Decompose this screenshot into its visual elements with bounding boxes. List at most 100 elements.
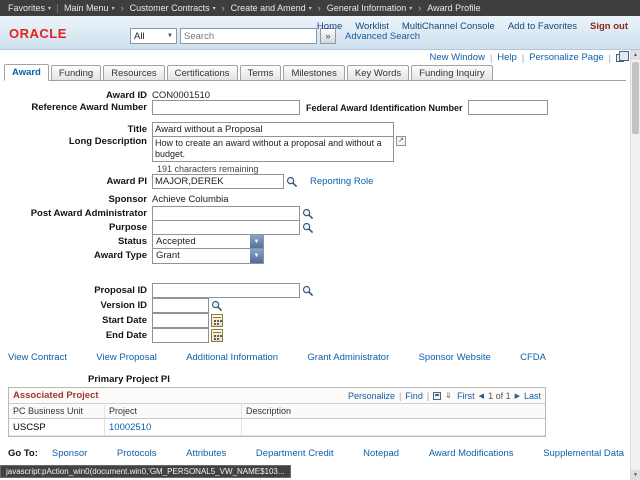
new-window-link[interactable]: New Window (430, 52, 485, 63)
post-award-administrator-label: Post Award Administrator (0, 208, 152, 219)
tab-milestones[interactable]: Milestones (283, 65, 344, 80)
cfda-link[interactable]: CFDA (520, 352, 546, 363)
scrollbar-thumb[interactable] (632, 62, 639, 134)
grid-title: Associated Project (13, 390, 99, 401)
reference-award-number-input[interactable] (152, 100, 300, 115)
tab-terms[interactable]: Terms (240, 65, 282, 80)
copy-url-icon[interactable] (616, 54, 624, 62)
view-contract-link[interactable]: View Contract (8, 352, 67, 363)
help-link[interactable]: Help (497, 52, 517, 63)
view-proposal-link[interactable]: View Proposal (96, 352, 157, 363)
start-date-label: Start Date (0, 315, 152, 326)
breadcrumb-main-menu[interactable]: Main Menu ▾ (64, 3, 115, 13)
status-label: Status (0, 236, 152, 247)
long-description-textarea[interactable]: How to create an award without a proposa… (152, 136, 394, 162)
find-link[interactable]: Find (405, 391, 423, 401)
end-date-row: End Date (0, 328, 223, 343)
vertical-scrollbar[interactable]: ▲ ▼ (630, 50, 640, 480)
breadcrumb-award-profile[interactable]: Award Profile (427, 3, 480, 13)
search-scope-value: All (134, 31, 145, 42)
start-date-row: Start Date (0, 313, 223, 328)
calendar-icon[interactable] (211, 329, 223, 342)
zoom-expand-icon[interactable]: ↗ (396, 136, 406, 146)
title-input[interactable] (152, 122, 394, 137)
grid-popout-icon[interactable] (433, 392, 441, 400)
column-header-project[interactable]: Project (105, 404, 242, 418)
breadcrumb-separator-icon: › (121, 3, 124, 13)
tab-funding[interactable]: Funding (51, 65, 101, 80)
grant-administrator-link[interactable]: Grant Administrator (307, 352, 389, 363)
previous-row-icon[interactable]: ◀ (479, 392, 484, 400)
breadcrumb-general-information[interactable]: General Information ▾ (327, 3, 413, 13)
federal-award-number-input[interactable] (468, 100, 548, 115)
scroll-up-icon[interactable]: ▲ (631, 50, 640, 60)
tab-resources[interactable]: Resources (103, 65, 164, 80)
post-award-administrator-input[interactable] (152, 206, 300, 221)
sign-out-link[interactable]: Sign out (590, 21, 628, 32)
next-row-icon[interactable]: ▶ (515, 392, 520, 400)
worklist-link[interactable]: Worklist (355, 21, 389, 32)
tab-certifications[interactable]: Certifications (167, 65, 238, 80)
goto-sponsor-link[interactable]: Sponsor (52, 448, 87, 459)
breadcrumb-favorites[interactable]: Favorites ▾ (8, 3, 51, 13)
search-input[interactable] (180, 28, 317, 44)
lookup-icon[interactable] (286, 176, 298, 188)
breadcrumb-customer-contracts[interactable]: Customer Contracts ▾ (130, 3, 216, 13)
sponsor-website-link[interactable]: Sponsor Website (419, 352, 491, 363)
end-date-input[interactable] (152, 328, 209, 343)
add-to-favorites-link[interactable]: Add to Favorites (508, 21, 577, 32)
personalize-link[interactable]: Personalize (348, 391, 395, 401)
award-type-select[interactable]: Grant ▼ (152, 248, 264, 264)
goto-department-credit-link[interactable]: Department Credit (256, 448, 334, 459)
goto-supplemental-data-link[interactable]: Supplemental Data (543, 448, 624, 459)
proposal-id-input[interactable] (152, 283, 300, 298)
separator: | (522, 53, 524, 63)
goto-attributes-link[interactable]: Attributes (186, 448, 226, 459)
breadcrumb-create-and-amend[interactable]: Create and Amend ▾ (231, 3, 312, 13)
calendar-icon[interactable] (211, 314, 223, 327)
tab-award[interactable]: Award (4, 64, 49, 81)
home-link[interactable]: Home (317, 21, 342, 32)
breadcrumb-separator-icon: › (418, 3, 421, 13)
breadcrumb-divider (57, 4, 58, 13)
version-id-row: Version ID (0, 298, 223, 313)
download-icon[interactable]: ⇓ (445, 392, 453, 400)
column-header-description[interactable]: Description (242, 404, 545, 418)
goto-award-modifications-link[interactable]: Award Modifications (429, 448, 514, 459)
grid-toolbar: Personalize | Find | ⇓ First ◀ 1 of 1 ▶ … (348, 391, 541, 401)
goto-notepad-link[interactable]: Notepad (363, 448, 399, 459)
lookup-icon[interactable] (302, 285, 314, 297)
first-link[interactable]: First (457, 391, 475, 401)
grid-row-position: 1 of 1 (488, 391, 511, 401)
personalize-page-link[interactable]: Personalize Page (529, 52, 603, 63)
tab-funding-inquiry[interactable]: Funding Inquiry (411, 65, 492, 80)
award-pi-row: Award PI Reporting Role (0, 174, 373, 189)
table-row: USCSP 10002510 (9, 419, 545, 436)
related-links: View Contract View Proposal Additional I… (8, 352, 546, 363)
characters-remaining-text: 191 characters remaining (157, 164, 259, 174)
tab-key-words[interactable]: Key Words (347, 65, 409, 80)
lookup-icon[interactable] (302, 222, 314, 234)
goto-protocols-link[interactable]: Protocols (117, 448, 157, 459)
lookup-icon[interactable] (211, 300, 223, 312)
breadcrumb: Favorites ▾ Main Menu ▾ › Customer Contr… (0, 0, 640, 16)
breadcrumb-create-and-amend-label: Create and Amend (231, 3, 306, 13)
award-pi-input[interactable] (152, 174, 284, 189)
version-id-input[interactable] (152, 298, 209, 313)
project-link[interactable]: 10002510 (109, 422, 151, 433)
proposal-id-row: Proposal ID (0, 283, 314, 298)
sponsor-label: Sponsor (0, 194, 152, 205)
column-header-pc-business-unit[interactable]: PC Business Unit (9, 404, 105, 418)
separator: | (427, 391, 429, 401)
lookup-icon[interactable] (302, 208, 314, 220)
advanced-search-link[interactable]: Advanced Search (345, 31, 420, 42)
start-date-input[interactable] (152, 313, 209, 328)
breadcrumb-favorites-label: Favorites (8, 3, 45, 13)
scroll-down-icon[interactable]: ▼ (631, 470, 640, 480)
long-description-label: Long Description (0, 136, 152, 147)
last-link[interactable]: Last (524, 391, 541, 401)
search-scope-select[interactable]: All ▼ (130, 28, 177, 44)
additional-information-link[interactable]: Additional Information (186, 352, 278, 363)
reporting-role-link[interactable]: Reporting Role (310, 176, 373, 187)
multichannel-console-link[interactable]: MultiChannel Console (402, 21, 495, 32)
